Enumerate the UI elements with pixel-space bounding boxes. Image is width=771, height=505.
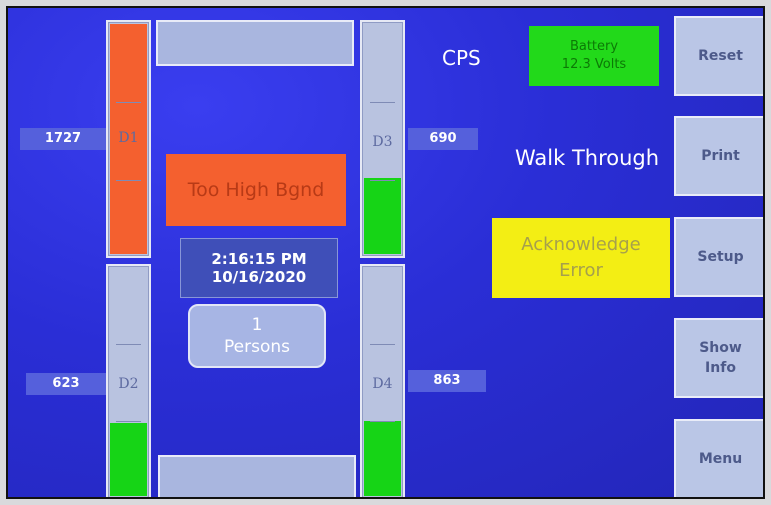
detector-tick xyxy=(370,421,395,422)
mode-label: Walk Through xyxy=(515,146,660,170)
detector-d2-value: 623 xyxy=(26,373,106,395)
detector-d2-label: D2 xyxy=(118,376,139,392)
detector-tick xyxy=(116,344,141,345)
detector-d4-value: 863 xyxy=(408,370,486,392)
detector-d2-level xyxy=(110,423,147,496)
detector-d1-label: D1 xyxy=(118,130,139,146)
persons-count: 1 xyxy=(251,315,263,335)
alarm-text: Too High Bgnd xyxy=(187,179,325,201)
battery-label: Battery xyxy=(569,39,619,54)
detector-d3-level xyxy=(364,178,401,254)
show-info-line2: Info xyxy=(705,360,736,376)
reset-button[interactable]: Reset xyxy=(674,16,763,96)
persons-counter-button[interactable]: 1 Persons xyxy=(188,304,326,368)
cps-heading: CPS xyxy=(442,46,481,70)
detector-tick xyxy=(116,102,141,103)
alarm-banner: Too High Bgnd xyxy=(166,154,346,226)
battery-voltage: 12.3 Volts xyxy=(561,57,627,72)
persons-label: Persons xyxy=(224,337,290,357)
detector-tick xyxy=(116,180,141,181)
reset-label: Reset xyxy=(698,48,743,64)
show-info-line1: Show xyxy=(699,340,742,356)
detector-tick xyxy=(116,421,141,422)
detector-d4-bar: D4 xyxy=(360,264,405,497)
print-button[interactable]: Print xyxy=(674,116,763,196)
acknowledge-error-button[interactable]: Acknowledge Error xyxy=(492,218,670,298)
detector-d3-value: 690 xyxy=(408,128,478,150)
ack-line1: Acknowledge xyxy=(521,234,641,255)
menu-label: Menu xyxy=(698,451,743,467)
bottom-detector-bar xyxy=(158,455,356,497)
datetime-display: 2:16:15 PM 10/16/2020 xyxy=(180,238,338,298)
menu-button[interactable]: Menu xyxy=(674,419,763,497)
time-text: 2:16:15 PM xyxy=(211,250,307,268)
top-detector-bar xyxy=(156,20,354,66)
detector-tick xyxy=(370,344,395,345)
battery-indicator: Battery 12.3 Volts xyxy=(529,26,659,86)
monitor-screen: D1 D2 D3 D4 1727 623 690 863 Too High Bg… xyxy=(6,6,765,499)
detector-d1-bar: D1 xyxy=(106,20,151,258)
setup-button[interactable]: Setup xyxy=(674,217,763,297)
detector-d4-level xyxy=(364,421,401,496)
detector-d4-label: D4 xyxy=(372,376,393,392)
detector-d3-label: D3 xyxy=(372,134,393,150)
date-text: 10/16/2020 xyxy=(211,268,307,286)
detector-d2-bar: D2 xyxy=(106,264,151,497)
detector-d1-value: 1727 xyxy=(20,128,106,150)
detector-tick xyxy=(370,180,395,181)
setup-label: Setup xyxy=(697,249,744,265)
detector-tick xyxy=(370,102,395,103)
ack-line2: Error xyxy=(559,260,603,281)
print-label: Print xyxy=(701,148,740,164)
show-info-button[interactable]: Show Info xyxy=(674,318,763,398)
detector-d3-bar: D3 xyxy=(360,20,405,258)
